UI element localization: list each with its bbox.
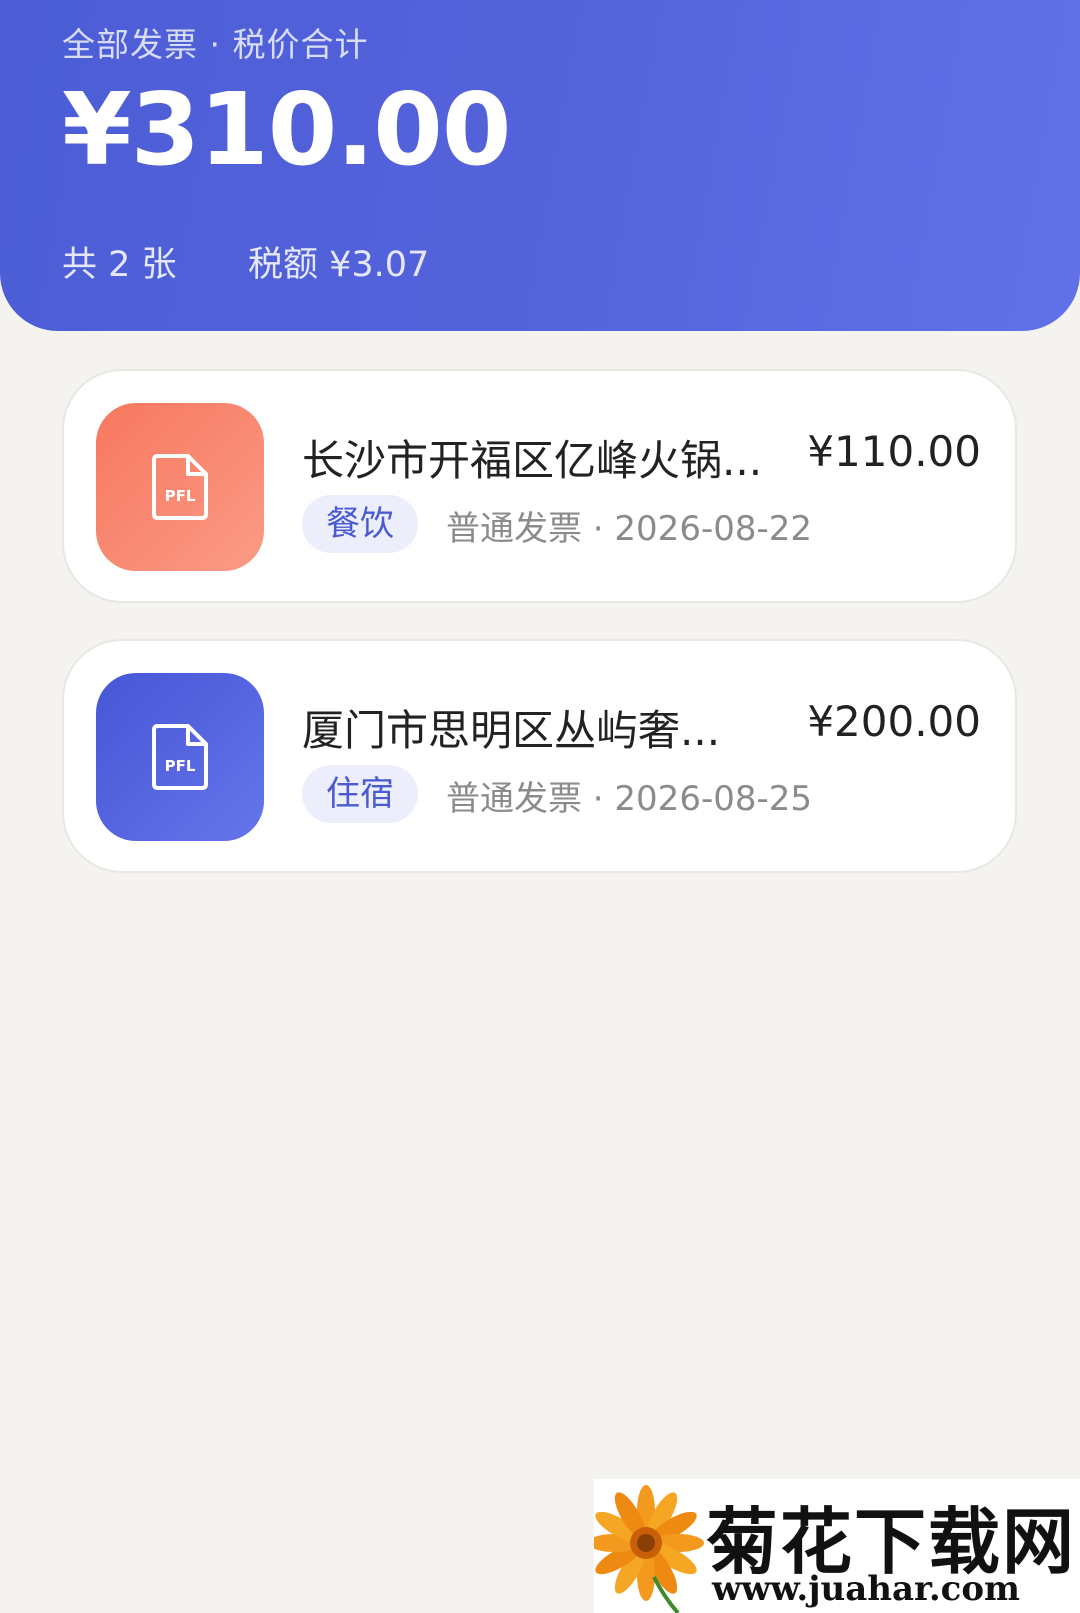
- invoice-meta: 普通发票 · 2026-08-25: [446, 779, 813, 819]
- category-tag: 餐饮: [302, 495, 418, 553]
- category-tag: 住宿: [302, 765, 418, 823]
- invoice-card[interactable]: PFL 长沙市开福区亿峰火锅... ¥110.00 餐饮 普通发票 · 2026…: [62, 369, 1017, 603]
- pdf-file-icon: PFL: [96, 673, 264, 841]
- invoice-count: 共 2 张: [62, 245, 177, 285]
- pdf-file-icon: PFL: [96, 403, 264, 571]
- svg-text:PFL: PFL: [165, 487, 196, 505]
- summary-header: 全部发票 · 税价合计 ¥310.00 共 2 张 税额 ¥3.07: [0, 0, 1080, 331]
- invoice-card[interactable]: PFL 厦门市思明区丛屿奢... ¥200.00 住宿 普通发票 · 2026-…: [62, 639, 1017, 873]
- total-amount: ¥310.00: [62, 71, 511, 188]
- merchant-name: 厦门市思明区丛屿奢...: [302, 706, 721, 755]
- summary-label: 全部发票 · 税价合计: [62, 25, 369, 64]
- tax-amount: 税额 ¥3.07: [248, 245, 430, 285]
- flower-logo-icon: [594, 1485, 704, 1613]
- site-watermark: 菊花下载网 www.juahar.com: [594, 1479, 1080, 1613]
- svg-text:PFL: PFL: [165, 757, 196, 775]
- merchant-name: 长沙市开福区亿峰火锅...: [302, 436, 763, 485]
- invoice-amount: ¥200.00: [807, 697, 981, 746]
- watermark-url: www.juahar.com: [712, 1569, 1021, 1609]
- invoice-meta: 普通发票 · 2026-08-22: [446, 509, 813, 549]
- invoice-amount: ¥110.00: [807, 427, 981, 476]
